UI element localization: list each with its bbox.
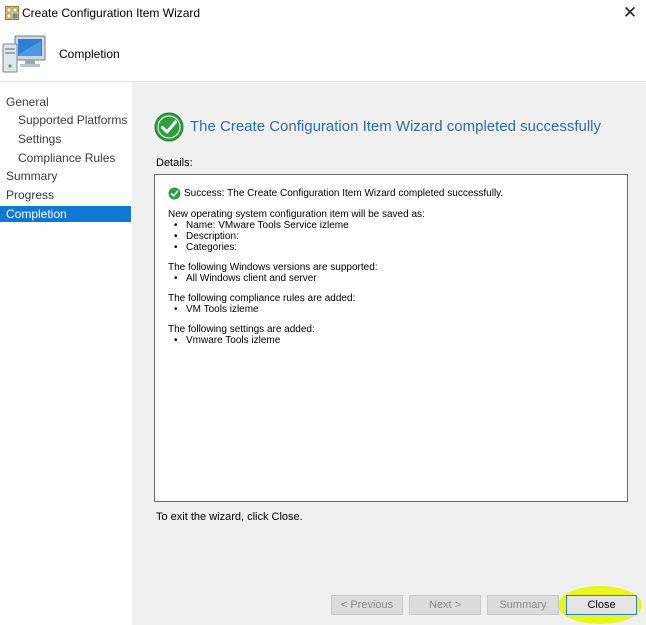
wizard-header: Completion [0,26,646,82]
exit-instructions: To exit the wizard, click Close. [156,511,303,523]
success-row: Success: The Create Configuration Item W… [168,186,619,200]
success-small-check-icon [168,187,181,199]
next-button[interactable]: Next > [409,595,481,615]
close-window-icon[interactable]: ✕ [618,1,642,25]
nav-item-compliance-rules[interactable]: Compliance Rules [0,150,131,166]
success-check-icon [154,112,184,142]
nav-item-summary[interactable]: Summary [0,168,131,184]
title-bar: Create Configuration Item Wizard ✕ [0,0,646,26]
wizard-content: The Create Configuration Item Wizard com… [132,82,646,625]
rules-item: VM Tools izleme [168,304,619,315]
page-title: Completion [59,47,120,61]
saved-intro: New operating system configuration item … [168,209,425,220]
computer-icon [2,35,46,73]
close-button[interactable]: Close [566,595,637,615]
nav-item-completion[interactable]: Completion [0,206,131,222]
nav-item-settings[interactable]: Settings [0,131,131,147]
rules-intro: The following compliance rules are added… [168,293,356,304]
nav-item-general[interactable]: General [0,94,131,110]
windows-intro: The following Windows versions are suppo… [168,262,378,273]
details-box[interactable]: Success: The Create Configuration Item W… [154,174,628,502]
completion-heading: The Create Configuration Item Wizard com… [190,118,602,135]
details-label: Details: [156,157,193,169]
window-title: Create Configuration Item Wizard [22,6,201,20]
saved-item-name: Name: VMware Tools Service izleme [168,220,619,231]
wizard-steps-nav: General Supported Platforms Settings Com… [0,82,132,625]
settings-item: Vmware Tools izleme [168,335,619,346]
nav-item-supported-platforms[interactable]: Supported Platforms [0,112,131,128]
details-content: Success: The Create Configuration Item W… [168,186,619,346]
windows-item: All Windows client and server [168,273,619,284]
summary-button[interactable]: Summary [487,595,559,615]
nav-item-progress[interactable]: Progress [0,187,131,203]
success-message: Success: The Create Configuration Item W… [184,187,504,199]
settings-intro: The following settings are added: [168,324,315,335]
wizard-app-icon [5,6,19,20]
saved-item-description: Description: [168,231,619,242]
saved-item-categories: Categories: [168,242,619,253]
previous-button[interactable]: < Previous [331,595,403,615]
